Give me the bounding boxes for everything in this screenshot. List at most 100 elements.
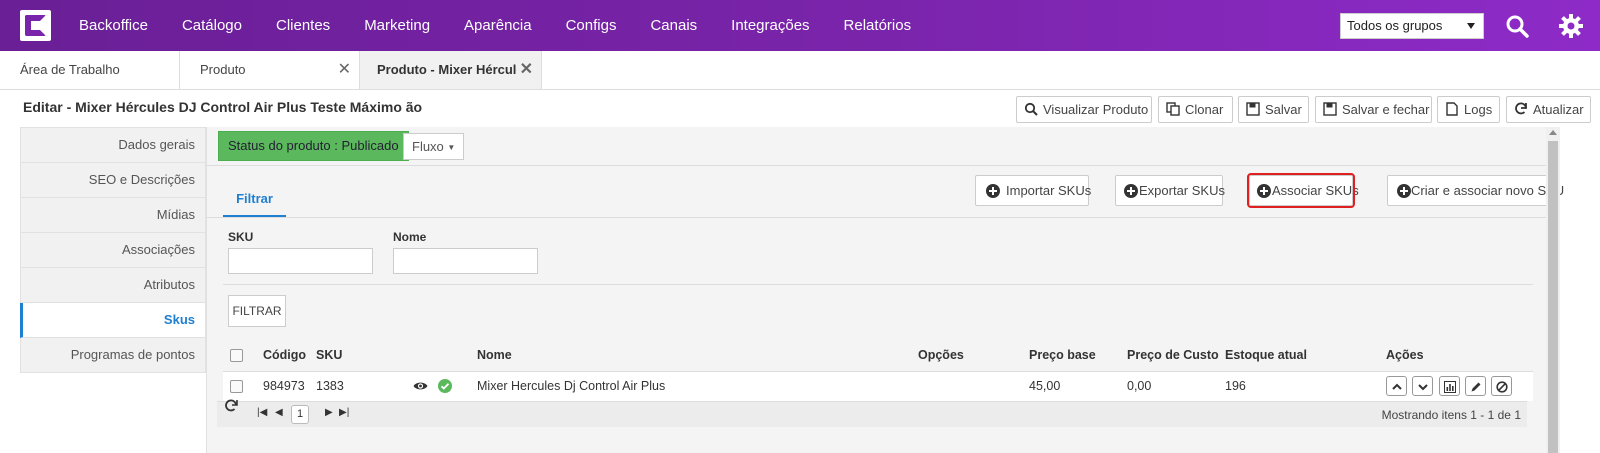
export-skus-button[interactable]: Exportar SKUs: [1115, 175, 1225, 206]
logs-button[interactable]: Logs: [1437, 96, 1500, 123]
refresh-icon: [1515, 102, 1527, 115]
column-header-codigo[interactable]: Código: [263, 348, 306, 362]
eye-icon[interactable]: [413, 380, 428, 392]
pager: |◀ ◀ 1 ▶ ▶| Mostrando itens 1 - 1 de 1: [217, 399, 1527, 427]
select-all-checkbox[interactable]: [230, 349, 243, 362]
tab-label: Produto - Mixer Hércules: [377, 62, 517, 77]
menu-catalogo[interactable]: Catálogo: [165, 0, 259, 51]
menu-aparencia[interactable]: Aparência: [447, 0, 549, 51]
plus-circle-icon: [986, 184, 1000, 198]
import-skus-label: Importar SKUs: [1006, 183, 1092, 198]
app-logo[interactable]: [20, 10, 51, 41]
sku-filter-input[interactable]: [228, 248, 373, 274]
logs-label: Logs: [1464, 102, 1493, 117]
menu-integracoes[interactable]: Integrações: [714, 0, 826, 51]
close-icon[interactable]: ✕: [338, 51, 351, 89]
sidebar-item-programas[interactable]: Programas de pontos: [20, 338, 206, 373]
group-select[interactable]: Todos os grupos: [1340, 13, 1484, 39]
export-skus-label: Exportar SKUs: [1139, 183, 1225, 198]
close-icon[interactable]: ✕: [520, 51, 533, 89]
associate-skus-button[interactable]: Associar SKUs: [1247, 173, 1359, 208]
column-header-nome[interactable]: Nome: [477, 348, 512, 362]
sidebar: Dados gerais SEO e Descrições Mídias Ass…: [20, 127, 206, 373]
tab-filtrar[interactable]: Filtrar: [223, 184, 286, 217]
caret-down-icon: ▼: [447, 143, 456, 153]
sidebar-item-atributos[interactable]: Atributos: [20, 268, 206, 303]
plus-circle-icon: [1257, 184, 1271, 198]
column-header-preco-base[interactable]: Preço base: [1029, 348, 1096, 362]
scroll-thumb[interactable]: [1548, 141, 1558, 453]
tab-label: Produto: [200, 62, 246, 77]
menu-marketing[interactable]: Marketing: [347, 0, 447, 51]
last-page-icon[interactable]: ▶|: [339, 407, 349, 418]
chevron-down-icon: [1467, 23, 1475, 29]
column-header-sku[interactable]: SKU: [316, 348, 342, 362]
search-icon: [1024, 102, 1038, 116]
menu-clientes[interactable]: Clientes: [259, 0, 347, 51]
chevron-up-icon: [1392, 383, 1402, 390]
save-button[interactable]: Salvar: [1238, 96, 1309, 123]
tab-produto[interactable]: Produto ✕: [180, 51, 360, 89]
page-number[interactable]: 1: [291, 405, 309, 424]
scroll-up-arrow[interactable]: [1549, 130, 1557, 135]
menu-relatorios[interactable]: Relatórios: [827, 0, 929, 51]
search-icon[interactable]: [1504, 13, 1530, 39]
row-checkbox[interactable]: [230, 380, 243, 393]
tab-produto-mixer[interactable]: Produto - Mixer Hércules ✕: [360, 51, 542, 89]
document-tabs: Área de Trabalho Produto ✕ Produto - Mix…: [0, 51, 1600, 90]
tab-area-de-trabalho[interactable]: Área de Trabalho: [0, 51, 180, 89]
group-select-value: Todos os grupos: [1347, 18, 1443, 33]
divider: [207, 217, 1547, 218]
import-skus-button[interactable]: Importar SKUs: [975, 175, 1092, 206]
menu-canais[interactable]: Canais: [633, 0, 714, 51]
table-row[interactable]: 984973 1383 Mixer Hercules Dj Control Ai…: [223, 372, 1533, 401]
next-page-icon[interactable]: ▶: [325, 407, 333, 418]
menu-backoffice[interactable]: Backoffice: [62, 0, 165, 51]
column-header-acoes: Ações: [1386, 348, 1424, 362]
scrollbar[interactable]: [1546, 127, 1560, 453]
disable-button[interactable]: [1491, 376, 1512, 396]
stats-button[interactable]: [1439, 376, 1460, 396]
save-close-label: Salvar e fechar: [1342, 102, 1430, 117]
cell-estoque: 196: [1225, 379, 1246, 393]
refresh-button[interactable]: Atualizar: [1506, 96, 1591, 123]
status-badge[interactable]: Status do produto : Publicado: [218, 131, 409, 161]
sidebar-item-midias[interactable]: Mídias: [20, 198, 206, 233]
move-up-button[interactable]: [1386, 376, 1407, 396]
nome-filter-label: Nome: [393, 230, 427, 244]
column-header-estoque[interactable]: Estoque atual: [1225, 348, 1307, 362]
prev-page-icon[interactable]: ◀: [275, 407, 283, 418]
fluxo-label: Fluxo: [412, 139, 444, 154]
sidebar-item-skus[interactable]: Skus: [20, 303, 206, 338]
move-down-button[interactable]: [1412, 376, 1433, 396]
sidebar-item-associacoes[interactable]: Associações: [20, 233, 206, 268]
save-close-button[interactable]: Salvar e fechar: [1315, 96, 1432, 123]
chevron-down-icon: [1418, 384, 1428, 391]
sidebar-item-dados-gerais[interactable]: Dados gerais: [20, 128, 206, 163]
divider: [223, 284, 1533, 285]
main-panel: Status do produto : Publicado Fluxo ▼ Fi…: [206, 127, 1564, 453]
file-icon: [1446, 102, 1458, 116]
check-circle-icon: [438, 379, 452, 393]
column-header-opcoes[interactable]: Opções: [918, 348, 964, 362]
refresh-icon[interactable]: [224, 399, 240, 413]
gear-icon[interactable]: [1558, 13, 1584, 39]
create-associate-sku-button[interactable]: Criar e associar novo SKU: [1387, 175, 1564, 206]
menu-configs[interactable]: Configs: [549, 0, 634, 51]
cell-nome: Mixer Hercules Dj Control Air Plus: [477, 379, 666, 393]
nome-filter-input[interactable]: [393, 248, 538, 274]
sku-filter-label: SKU: [228, 230, 254, 244]
sidebar-item-seo[interactable]: SEO e Descrições: [20, 163, 206, 198]
view-product-button[interactable]: Visualizar Produto: [1016, 96, 1152, 123]
create-associate-sku-label: Criar e associar novo SKU: [1411, 183, 1565, 198]
column-header-preco-custo[interactable]: Preço de Custo: [1127, 348, 1219, 362]
floppy-icon: [1246, 102, 1260, 116]
first-page-icon[interactable]: |◀: [257, 407, 267, 418]
page-title: Editar - Mixer Hércules DJ Control Air P…: [23, 99, 423, 115]
cell-preco-base: 45,00: [1029, 379, 1061, 393]
edit-button[interactable]: [1465, 376, 1486, 396]
filter-button[interactable]: FILTRAR: [228, 295, 286, 327]
fluxo-dropdown[interactable]: Fluxo ▼: [403, 133, 465, 160]
clone-button[interactable]: Clonar: [1158, 96, 1233, 123]
clone-label: Clonar: [1185, 102, 1224, 117]
